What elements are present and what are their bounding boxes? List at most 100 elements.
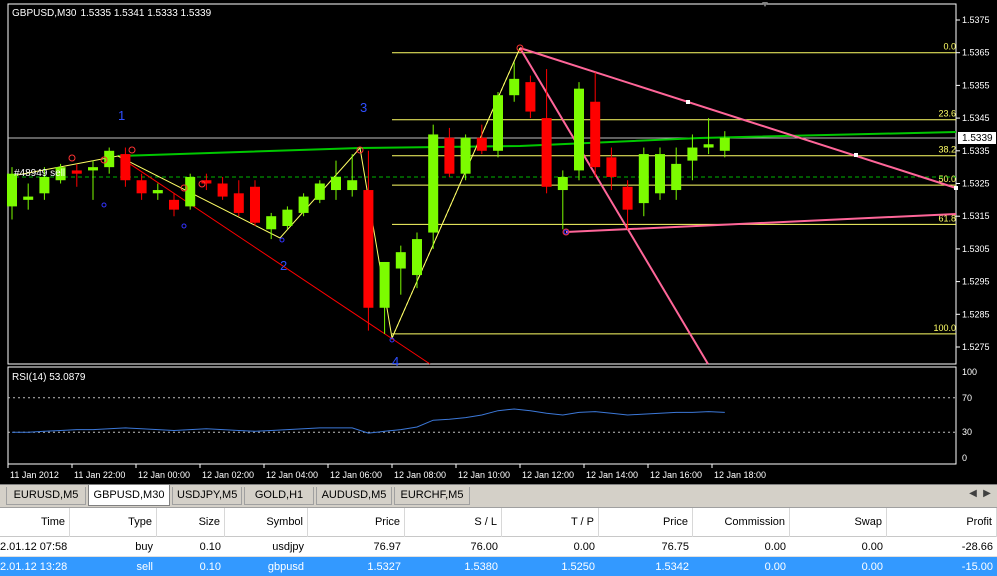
candlestick (233, 180, 244, 217)
candlestick (120, 147, 131, 187)
candle-body (460, 137, 471, 174)
table-row-selected[interactable]: 2.01.12 13:28 sell 0.10 gbpusd 1.5327 1.… (0, 557, 997, 576)
candlestick (23, 183, 34, 210)
chart-overlays: 1 3 2 4 (68, 44, 570, 369)
cell-take-profit: 0.00 (573, 541, 595, 553)
cell-current-price: 1.5342 (655, 561, 689, 573)
candle-body (88, 167, 98, 171)
fib-level-label: 38.2 (938, 145, 956, 155)
col-take-profit[interactable]: T / P (502, 508, 599, 537)
tab-eurchf-m5[interactable]: EURCHF,M5 (394, 487, 470, 505)
candle-body (185, 176, 196, 207)
candle-body (493, 95, 503, 151)
candle-body (509, 78, 520, 96)
candlestick (185, 173, 196, 210)
rsi-tick-label: 0 (962, 453, 967, 463)
candlestick (574, 82, 584, 181)
candle-body (120, 154, 131, 181)
candle-body (719, 137, 730, 151)
order-label: #48949 sell (14, 168, 65, 179)
rsi-label: RSI(14) 53.0879 (12, 372, 86, 383)
cell-take-profit: 1.5250 (561, 561, 595, 573)
table-row[interactable]: 2.01.12 07:58 buy 0.10 usdjpy 76.97 76.0… (0, 537, 997, 557)
candlestick (136, 173, 147, 200)
col-open-price[interactable]: Price (308, 508, 405, 537)
rsi-line (12, 408, 725, 434)
candlestick (606, 147, 617, 191)
fractal-marker (128, 146, 136, 154)
tab-audusd-m5[interactable]: AUDUSD,M5 (316, 487, 392, 505)
price-tick-label: 1.5295 (962, 277, 990, 287)
col-current-price[interactable]: Price (599, 508, 693, 537)
candlestick (395, 245, 406, 295)
time-tick-label: 12 Jan 14:00 (586, 470, 638, 480)
candle-body (428, 134, 439, 233)
candle-body (71, 170, 82, 174)
price-tick-label: 1.5285 (962, 309, 990, 319)
candle-body (298, 196, 309, 213)
wave-label: 4 (392, 354, 399, 369)
candle-body (687, 147, 698, 161)
tab-gold-h1[interactable]: GOLD,H1 (244, 487, 314, 505)
cell-commission: 0.00 (764, 561, 786, 573)
candle-body (638, 154, 649, 204)
price-tick-label: 1.5315 (962, 211, 990, 221)
col-swap[interactable]: Swap (790, 508, 887, 537)
candle-body (379, 261, 390, 308)
cell-stop-loss: 1.5380 (464, 561, 498, 573)
col-stop-loss[interactable]: S / L (405, 508, 502, 537)
price-tick-label: 1.5305 (962, 244, 990, 254)
tab-eurusd-m5[interactable]: EURUSD,M5 (6, 487, 86, 505)
candle-body (444, 137, 455, 174)
rsi-tick-label: 30 (962, 427, 972, 437)
candlestick (476, 124, 487, 155)
price-tick-label: 1.5345 (962, 113, 990, 123)
wave-label: 3 (360, 100, 367, 115)
cell-swap: 0.00 (861, 541, 883, 553)
candlestick (314, 180, 325, 204)
price-chart[interactable]: 0.023.638.250.061.8100.0 1324 1.53751.53… (0, 0, 997, 484)
col-type[interactable]: Type (70, 508, 157, 537)
tab-usdjpy-m5[interactable]: USDJPY,M5 (172, 487, 242, 505)
candle-body (314, 183, 325, 200)
fib-level-label: 23.6 (938, 109, 956, 119)
metatrader-window: 0.0 23.6 38.2 50.0 61.8 100.0 1324 1.5375 1.53… (0, 0, 997, 576)
price-tick-label: 1.5355 (962, 80, 990, 90)
cell-swap: 0.00 (861, 561, 883, 573)
col-size[interactable]: Size (157, 508, 225, 537)
candlesticks (7, 62, 730, 334)
fib-level-label: 0.0 (943, 42, 956, 52)
candlestick (104, 147, 115, 174)
candle-body (606, 157, 617, 177)
candlestick (590, 72, 601, 177)
fractal-marker (279, 237, 285, 243)
candle-body (282, 209, 293, 227)
candle-body (557, 176, 568, 191)
tab-scroll-right-icon[interactable]: ▶ (980, 488, 994, 499)
candle-body (574, 88, 584, 171)
trend-lines[interactable] (8, 47, 958, 365)
candle-body (250, 186, 260, 223)
candlestick (493, 91, 503, 158)
chart-window[interactable]: 0.0 23.6 38.2 50.0 61.8 100.0 1324 1.5375 1.53… (0, 0, 997, 484)
col-time[interactable]: Time (0, 508, 70, 537)
col-profit[interactable]: Profit (887, 508, 997, 537)
trade-terminal: Time Type Size Symbol Price S / L T / P … (0, 507, 997, 576)
col-symbol[interactable]: Symbol (225, 508, 308, 537)
candlestick (719, 131, 730, 158)
main-chart-frame (7, 3, 957, 365)
candle-body (363, 190, 374, 308)
cell-time: 2.01.12 07:58 (0, 541, 68, 553)
time-tick-label: 11 Jan 2012 (10, 470, 59, 480)
cell-size: 0.10 (199, 541, 221, 553)
pink-fan-line (519, 47, 709, 365)
candle-body (590, 101, 601, 168)
candlestick (557, 170, 568, 230)
candle-body (104, 150, 115, 168)
cell-open-price: 76.97 (373, 541, 401, 553)
col-commission[interactable]: Commission (693, 508, 790, 537)
line-handle (954, 186, 958, 190)
tab-gbpusd-m30[interactable]: GBPUSD,M30 (88, 485, 170, 506)
candle-body (233, 193, 244, 213)
tab-scroll-left-icon[interactable]: ◀ (966, 488, 980, 499)
